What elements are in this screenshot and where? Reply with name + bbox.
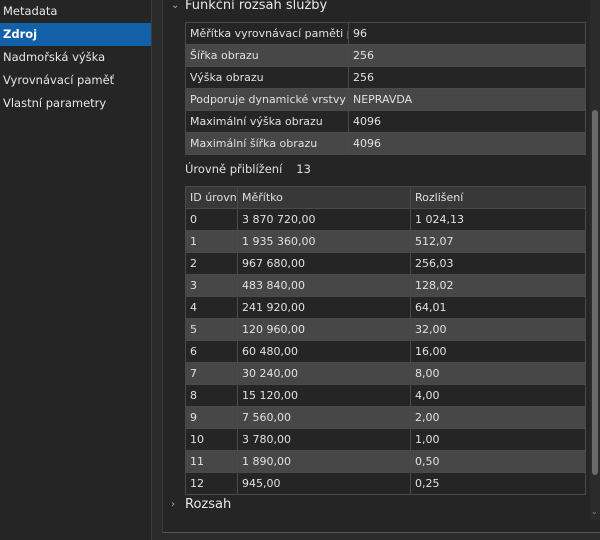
property-name: Maximální šířka obrazu: [185, 132, 349, 155]
table-cell: 3 870 720,00: [237, 208, 411, 231]
sidebar-item-2[interactable]: Nadmořská výška: [0, 46, 151, 69]
table-cell: 7: [185, 362, 238, 385]
table-row: 03 870 720,00 1 024,13: [185, 208, 586, 231]
table-cell: 120 960,00: [237, 318, 411, 341]
table-cell: 4: [185, 296, 238, 319]
table-cell: 30 240,00: [237, 362, 411, 385]
sidebar-item-3[interactable]: Vyrovnávací paměť: [0, 69, 151, 92]
property-value: 96: [348, 22, 586, 45]
table-cell: 3 780,00: [237, 428, 411, 451]
table-cell: 8: [185, 384, 238, 407]
zoom-levels-row: Úrovně přiblížení 13: [185, 162, 311, 176]
table-cell: 945,00: [237, 472, 411, 495]
table-cell: 9: [185, 406, 238, 429]
table-cell: 4,00: [410, 384, 586, 407]
table-cell: 128,02: [410, 274, 586, 297]
scroll-down-icon[interactable]: ⌄: [591, 507, 598, 516]
sidebar: Metadata Zdroj Nadmořská výška Vyrovnávací …: [0, 0, 152, 540]
table-cell: 483 840,00: [237, 274, 411, 297]
table-cell: 1 890,00: [237, 450, 411, 473]
property-row: Měřítka vyrovnávací paměti při 96: [185, 22, 586, 45]
column-header[interactable]: Měřítko: [237, 186, 411, 209]
section-header-service-extent[interactable]: ⌄ Funkční rozsah služby: [171, 0, 327, 13]
property-row: Výška obrazu 256: [185, 66, 586, 89]
property-value: 4096: [348, 132, 586, 155]
chevron-right-icon: ›: [171, 499, 175, 510]
property-value: NEPRAVDA: [348, 88, 586, 111]
property-row: Šířka obrazu 256: [185, 44, 586, 67]
table-cell: 1,00: [410, 428, 586, 451]
table-cell: 0: [185, 208, 238, 231]
table-cell: 0,25: [410, 472, 586, 495]
section-title: Funkční rozsah služby: [185, 0, 328, 13]
table-row: 3 483 840,00 128,02: [185, 274, 586, 297]
table-row: 11 1 890,00 0,50: [185, 450, 586, 473]
table-cell: 241 920,00: [237, 296, 411, 319]
table-cell: 0,50: [410, 450, 586, 473]
table-row: 8 15 120,00 4,00: [185, 384, 586, 407]
zoom-levels-label: Úrovně přiblížení: [185, 162, 283, 176]
table-row: 97 560,00 2,00: [185, 406, 586, 429]
table-cell: 8,00: [410, 362, 586, 385]
table-cell: 10: [185, 428, 238, 451]
table-cell: 6: [185, 340, 238, 363]
table-cell: 5: [185, 318, 238, 341]
table-cell: 16,00: [410, 340, 586, 363]
table-row: 2 967 680,00 256,03: [185, 252, 586, 275]
property-row: Maximální šířka obrazu 4096: [185, 132, 586, 155]
table-row: 6 60 480,00 16,00: [185, 340, 586, 363]
scrollbar-thumb[interactable]: [592, 110, 598, 475]
levels-table: ID úrovn Měřítko Rozlišení 03 870 720,00 1 …: [185, 186, 586, 495]
section-header-extent[interactable]: › Rozsah: [171, 497, 231, 512]
table-cell: 7 560,00: [237, 406, 411, 429]
table-cell: 60 480,00: [237, 340, 411, 363]
table-cell: 12: [185, 472, 238, 495]
sidebar-item-0[interactable]: Metadata: [0, 0, 151, 23]
property-row: Podporuje dynamické vrstvy NEPRAVDA: [185, 88, 586, 111]
properties-table: Měřítka vyrovnávací paměti při 96 Šířka ob…: [185, 22, 586, 155]
property-row: Maximální výška obrazu 4096: [185, 110, 586, 133]
column-header[interactable]: ID úrovn: [185, 186, 238, 209]
table-row: 11 935 360,00 512,07: [185, 230, 586, 253]
property-name: Maximální výška obrazu: [185, 110, 349, 133]
table-cell: 64,01: [410, 296, 586, 319]
column-header[interactable]: Rozlišení: [410, 186, 586, 209]
table-cell: 967 680,00: [237, 252, 411, 275]
property-value: 256: [348, 44, 586, 67]
property-name: Šířka obrazu: [185, 44, 349, 67]
vertical-scrollbar[interactable]: ⌄: [590, 0, 600, 520]
section-title: Rozsah: [185, 497, 232, 512]
table-cell: 11: [185, 450, 238, 473]
zoom-levels-count: 13: [296, 162, 311, 176]
table-cell: 2,00: [410, 406, 586, 429]
sidebar-item-1[interactable]: Zdroj: [0, 23, 151, 46]
property-name: Měřítka vyrovnávací paměti při: [185, 22, 349, 45]
property-name: Podporuje dynamické vrstvy: [185, 88, 349, 111]
table-cell: 15 120,00: [237, 384, 411, 407]
table-cell: 1 024,13: [410, 208, 586, 231]
table-row: 5 120 960,00 32,00: [185, 318, 586, 341]
table-row: 12 945,00 0,25: [185, 472, 586, 495]
table-cell: 1: [185, 230, 238, 253]
table-row: 10 3 780,00 1,00: [185, 428, 586, 451]
table-cell: 3: [185, 274, 238, 297]
table-cell: 1 935 360,00: [237, 230, 411, 253]
property-value: 4096: [348, 110, 586, 133]
property-name: Výška obrazu: [185, 66, 349, 89]
table-cell: 32,00: [410, 318, 586, 341]
table-row: 4 241 920,00 64,01: [185, 296, 586, 319]
table-cell: 256,03: [410, 252, 586, 275]
table-row: 7 30 240,00 8,00: [185, 362, 586, 385]
table-cell: 512,07: [410, 230, 586, 253]
table-cell: 2: [185, 252, 238, 275]
property-value: 256: [348, 66, 586, 89]
chevron-down-icon: ⌄: [171, 0, 180, 11]
details-panel: ⌄ Funkční rozsah služby Měřítka vyrovnáv…: [162, 0, 600, 533]
sidebar-item-4[interactable]: Vlastní parametry: [0, 92, 151, 115]
